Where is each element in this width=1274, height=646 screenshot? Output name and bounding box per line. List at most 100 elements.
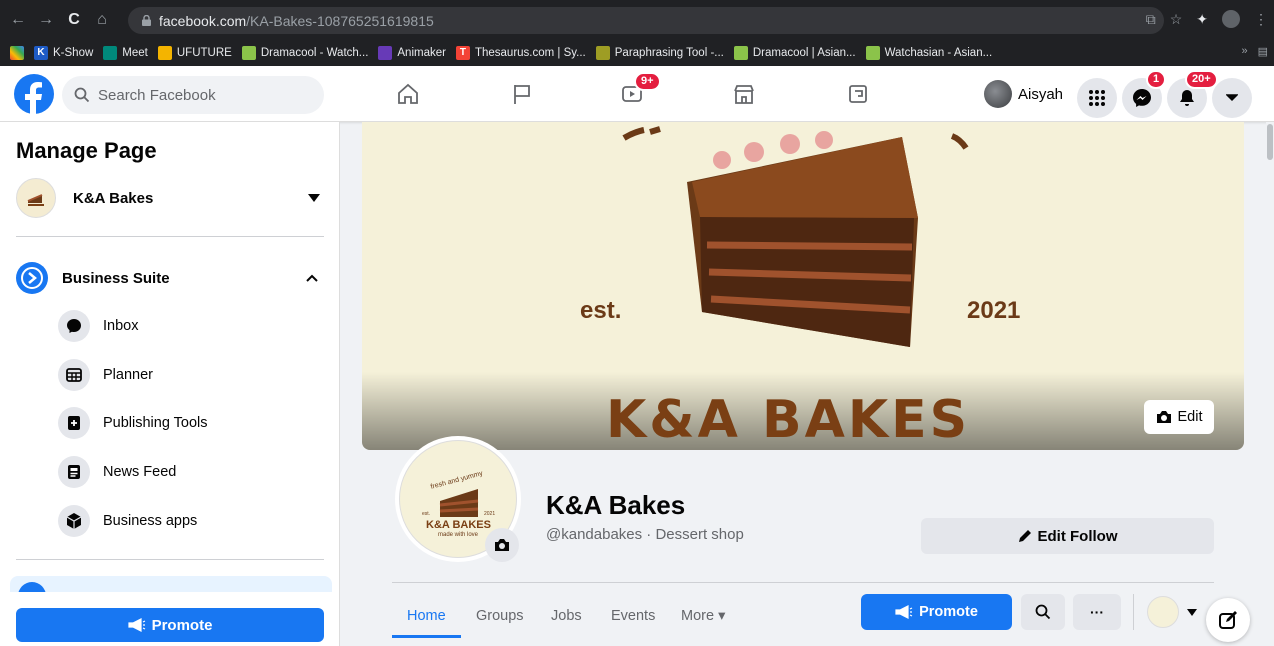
pencil-icon: [1018, 530, 1031, 542]
watchasian-icon: [865, 46, 880, 60]
search-box[interactable]: [62, 76, 324, 114]
compose-icon: [1219, 611, 1237, 629]
sidebar-collapsed-section[interactable]: [10, 576, 332, 592]
logo-sub: made with love: [438, 532, 479, 538]
sidebar-item-news-feed[interactable]: News Feed: [58, 454, 324, 490]
logo-est: est.: [422, 511, 431, 517]
bookmark-meet[interactable]: Meet: [103, 46, 148, 60]
messenger-button[interactable]: 1: [1122, 70, 1167, 118]
meet-icon: [103, 46, 118, 60]
sidebar-item-inbox[interactable]: Inbox: [58, 308, 324, 344]
caret-down-icon: [308, 194, 320, 202]
marketplace-icon: [734, 85, 754, 104]
extensions-icon[interactable]: ✦: [1196, 11, 1208, 28]
page-avatar[interactable]: [1147, 596, 1179, 628]
update-profile-picture-button[interactable]: [485, 528, 519, 562]
back-icon[interactable]: ←: [8, 10, 28, 30]
divider: [392, 582, 1214, 583]
new-message-button[interactable]: [1206, 598, 1250, 642]
nav-pages[interactable]: [498, 74, 546, 114]
bookmark-k-show[interactable]: K K-Show: [34, 46, 93, 60]
url-domain: facebook.com: [159, 12, 247, 29]
edit-cover-button[interactable]: Edit: [1144, 400, 1214, 434]
forward-icon[interactable]: →: [36, 10, 56, 30]
cake-logo-icon: [27, 194, 44, 206]
flag-icon: [514, 85, 530, 104]
news-feed-icon: [58, 456, 90, 488]
search-icon: [74, 87, 90, 103]
scrollbar-thumb[interactable]: [1267, 124, 1273, 160]
promote-label: Promote: [151, 616, 213, 634]
reload-icon[interactable]: C: [64, 10, 84, 30]
account-button[interactable]: [1212, 78, 1252, 118]
profile-chip[interactable]: Aisyah: [984, 78, 1063, 110]
address-bar[interactable]: facebook.com/KA-Bakes-108765251619815: [128, 7, 1164, 34]
bookmark-thesaurus[interactable]: T Thesaurus.com | Sy...: [455, 46, 586, 60]
reading-list-icon[interactable]: ▤: [1258, 45, 1268, 58]
page-search-button[interactable]: [1021, 594, 1065, 630]
cover-photo[interactable]: est. 2021 K&A BAKES Edit: [362, 122, 1244, 450]
messenger-icon: [1133, 89, 1151, 107]
business-suite-header[interactable]: Business Suite: [16, 260, 324, 296]
profile-name: Aisyah: [1018, 85, 1064, 103]
tab-jobs[interactable]: Jobs: [551, 598, 582, 634]
tab-more[interactable]: More ▾: [681, 598, 725, 634]
bookmark-paraphrasing[interactable]: Paraphrasing Tool -...: [595, 46, 724, 60]
cover-brand-text: K&A BAKES: [606, 390, 971, 450]
bookmark-dramacool[interactable]: Dramacool - Watch...: [241, 46, 368, 60]
sidebar-item-publishing-tools[interactable]: Publishing Tools: [58, 405, 324, 441]
more-options-button[interactable]: ···: [1073, 594, 1121, 630]
section-icon: [18, 582, 46, 592]
logo-year: 2021: [484, 511, 496, 517]
sidebar-promote-button[interactable]: Promote: [16, 608, 324, 642]
scrollbar[interactable]: [1266, 122, 1274, 646]
watch-badge: 9+: [634, 72, 661, 91]
sidebar-item-label: News Feed: [103, 464, 177, 480]
bookmark-animaker[interactable]: Animaker: [378, 46, 446, 60]
edit-follow-button[interactable]: Edit Follow: [921, 518, 1214, 554]
tab-events[interactable]: Events: [611, 598, 655, 634]
promote-button[interactable]: Promote: [861, 594, 1012, 630]
ufuture-icon: [157, 46, 172, 60]
gaming-icon: [849, 85, 867, 103]
divider: [16, 559, 324, 560]
notifications-button[interactable]: 20+: [1167, 70, 1218, 118]
bookmarks-overflow[interactable]: » ▤: [1241, 45, 1268, 58]
menu-button[interactable]: [1077, 78, 1117, 118]
inbox-icon: [58, 310, 90, 342]
apps-icon[interactable]: [10, 46, 24, 60]
share-icon[interactable]: ⧉: [1146, 11, 1156, 28]
messenger-badge: 1: [1146, 70, 1167, 89]
megaphone-icon: [895, 605, 913, 619]
tab-groups[interactable]: Groups: [476, 598, 524, 634]
facebook-logo-icon[interactable]: [14, 74, 54, 114]
bookmark-dramacool-2[interactable]: Dramacool | Asian...: [733, 46, 856, 60]
divider: [1133, 594, 1134, 630]
nav-gaming[interactable]: [834, 74, 882, 114]
search-input[interactable]: [98, 86, 298, 104]
profile-icon[interactable]: [1222, 10, 1240, 28]
bookmarks-bar: K K-Show Meet UFUTURE Dramacool - Watch..…: [0, 40, 1274, 66]
sidebar-item-planner[interactable]: Planner: [58, 357, 324, 393]
url-path: /KA-Bakes-108765251619815: [246, 12, 434, 29]
nav-marketplace[interactable]: [720, 74, 768, 114]
bookmark-star-icon[interactable]: ☆: [1170, 11, 1183, 28]
business-suite-icon: [16, 262, 48, 294]
bookmark-ufuture[interactable]: UFUTURE: [157, 46, 232, 60]
menu-grid-icon: [1089, 90, 1105, 106]
sidebar-item-business-apps[interactable]: Business apps: [58, 503, 324, 539]
search-icon: [1035, 604, 1051, 620]
sidebar-item-label: Business apps: [103, 513, 198, 529]
home-icon[interactable]: ⌂: [92, 10, 112, 30]
sidebar-item-label: Publishing Tools: [103, 415, 208, 431]
page-switcher[interactable]: K&A Bakes: [16, 178, 324, 218]
nav-home[interactable]: [384, 74, 432, 114]
tab-home[interactable]: Home: [407, 598, 446, 634]
page-handle: @kandabakes · Dessert shop: [546, 526, 744, 543]
bookmark-watchasian[interactable]: Watchasian - Asian...: [865, 46, 992, 60]
nav-watch[interactable]: 9+: [608, 72, 661, 114]
caret-down-icon[interactable]: [1187, 609, 1197, 616]
menu-icon[interactable]: ⋮: [1254, 11, 1268, 28]
camera-icon: [1156, 411, 1171, 423]
chevron-up-icon[interactable]: [306, 274, 318, 282]
